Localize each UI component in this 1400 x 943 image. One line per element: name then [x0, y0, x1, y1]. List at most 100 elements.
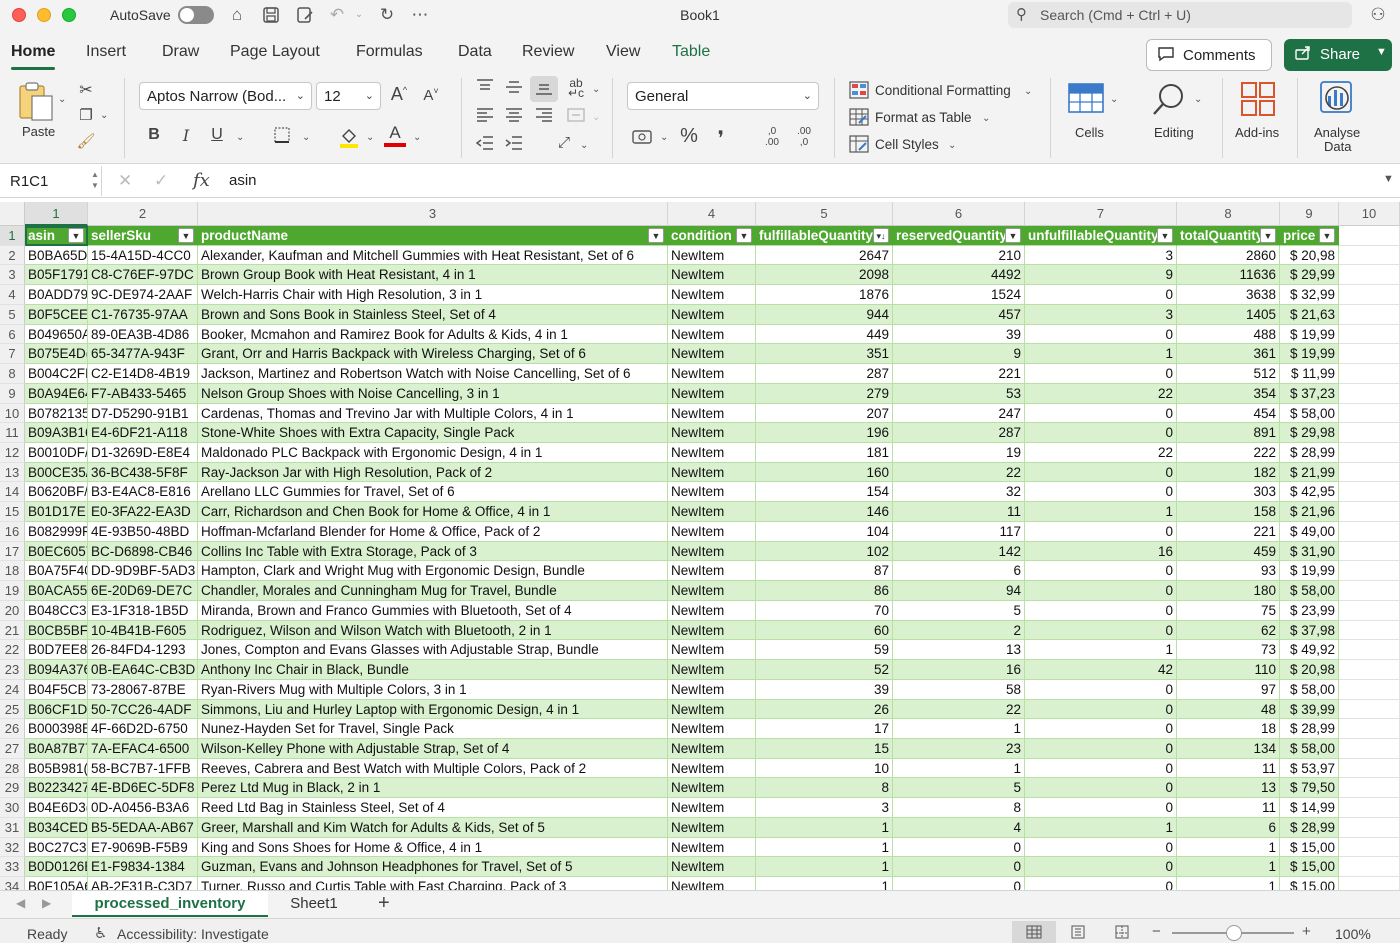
- column-header[interactable]: 3: [198, 202, 668, 226]
- table-cell[interactable]: 9: [893, 344, 1025, 365]
- table-cell[interactable]: E7-9069B-F5B9: [88, 837, 198, 858]
- table-cell[interactable]: 102: [756, 541, 893, 562]
- sheet-tab-sheet1[interactable]: Sheet1: [272, 891, 356, 917]
- select-all-corner[interactable]: [0, 202, 25, 226]
- align-center-icon[interactable]: [503, 106, 525, 129]
- accounting-dropdown-icon[interactable]: ⌄: [660, 132, 668, 143]
- tab-page-layout[interactable]: Page Layout: [230, 43, 320, 61]
- row-header[interactable]: 20: [0, 600, 25, 621]
- column-header[interactable]: 6: [893, 202, 1025, 226]
- table-cell[interactable]: $ 29,99: [1280, 265, 1339, 286]
- row-header[interactable]: 11: [0, 423, 25, 444]
- wrap-dropdown-icon[interactable]: ⌄: [592, 84, 600, 95]
- analyse-data-label-line2[interactable]: Data: [1324, 139, 1351, 154]
- table-cell[interactable]: $ 37,98: [1280, 620, 1339, 641]
- editing-search-icon[interactable]: [1150, 80, 1190, 123]
- empty-cell[interactable]: [1339, 285, 1400, 305]
- table-cell[interactable]: Greer, Marshall and Kim Watch for Adults…: [198, 817, 668, 838]
- table-cell[interactable]: 73-28067-87BE: [88, 679, 198, 700]
- table-cell[interactable]: B0C27C3: [25, 837, 88, 858]
- table-cell[interactable]: $ 31,90: [1280, 541, 1339, 562]
- table-cell[interactable]: 89-0EA3B-4D86: [88, 324, 198, 345]
- table-cell[interactable]: B0010DF/: [25, 443, 88, 463]
- share-button[interactable]: Share ▼: [1284, 39, 1392, 71]
- table-cell[interactable]: B049650A: [25, 324, 88, 345]
- row-header[interactable]: 4: [0, 285, 25, 305]
- table-cell[interactable]: 8: [756, 778, 893, 799]
- table-cell[interactable]: $ 58,00: [1280, 581, 1339, 601]
- row-header[interactable]: 23: [0, 660, 25, 680]
- table-cell[interactable]: Stone-White Shoes with Extra Capacity, S…: [198, 423, 668, 444]
- table-header-cell[interactable]: productName ▼: [198, 226, 668, 246]
- undo-dropdown-icon[interactable]: ⌄: [352, 3, 366, 27]
- more-icon[interactable]: ⋯: [408, 3, 432, 27]
- decrease-decimal-icon[interactable]: .00 ,0: [792, 126, 816, 148]
- name-box[interactable]: R1C1 ▲ ▼: [0, 166, 102, 196]
- add-ins-icon[interactable]: [1238, 80, 1278, 123]
- table-cell[interactable]: 104: [756, 521, 893, 542]
- table-cell[interactable]: Wilson-Kelley Phone with Adjustable Stra…: [198, 738, 668, 759]
- table-cell[interactable]: 26-84FD4-1293: [88, 640, 198, 661]
- table-cell[interactable]: 1: [1177, 837, 1280, 858]
- table-cell[interactable]: 0: [1025, 521, 1177, 542]
- table-cell[interactable]: $ 23,99: [1280, 600, 1339, 621]
- align-left-icon[interactable]: [474, 106, 496, 129]
- table-cell[interactable]: B0A94E64: [25, 383, 88, 404]
- table-cell[interactable]: 181: [756, 443, 893, 463]
- underline-button[interactable]: U: [209, 126, 225, 144]
- table-header-cell[interactable]: totalQuantity ▼: [1177, 226, 1280, 246]
- column-header[interactable]: 10: [1339, 202, 1400, 226]
- table-cell[interactable]: Jackson, Martinez and Robertson Watch wi…: [198, 364, 668, 384]
- row-header[interactable]: 13: [0, 462, 25, 483]
- table-cell[interactable]: 32: [893, 482, 1025, 503]
- formula-content[interactable]: asin: [229, 172, 257, 189]
- empty-cell[interactable]: [1339, 462, 1400, 483]
- table-cell[interactable]: 222: [1177, 443, 1280, 463]
- previous-sheet-icon[interactable]: ◀: [16, 896, 25, 910]
- table-cell[interactable]: NewItem: [668, 561, 756, 582]
- empty-cell[interactable]: [1339, 423, 1400, 444]
- analyse-data-icon[interactable]: [1316, 78, 1358, 123]
- table-cell[interactable]: 1: [756, 817, 893, 838]
- table-cell[interactable]: 158: [1177, 502, 1280, 522]
- cell-styles-label[interactable]: Cell Styles: [875, 137, 939, 152]
- align-middle-icon[interactable]: [503, 78, 525, 101]
- table-cell[interactable]: 58: [893, 679, 1025, 700]
- close-window-button[interactable]: [12, 8, 26, 22]
- table-cell[interactable]: E0-3FA22-EA3D: [88, 502, 198, 522]
- table-cell[interactable]: $ 28,99: [1280, 817, 1339, 838]
- copy-icon[interactable]: ❐: [76, 106, 96, 124]
- table-cell[interactable]: NewItem: [668, 620, 756, 641]
- format-as-table-label[interactable]: Format as Table: [875, 110, 972, 125]
- table-cell[interactable]: 39: [893, 324, 1025, 345]
- table-header-cell[interactable]: unfulfillableQuantity ▼: [1025, 226, 1177, 246]
- table-cell[interactable]: 0: [1025, 877, 1177, 890]
- table-cell[interactable]: 488: [1177, 324, 1280, 345]
- table-cell[interactable]: 142: [893, 541, 1025, 562]
- format-as-table-dropdown-icon[interactable]: ⌄: [982, 113, 990, 124]
- table-cell[interactable]: NewItem: [668, 285, 756, 305]
- empty-cell[interactable]: [1339, 324, 1400, 345]
- table-cell[interactable]: 36-BC438-5F8F: [88, 462, 198, 483]
- table-cell[interactable]: NewItem: [668, 640, 756, 661]
- empty-cell[interactable]: [1339, 817, 1400, 838]
- table-cell[interactable]: 0: [893, 857, 1025, 878]
- table-cell[interactable]: B094A376: [25, 660, 88, 680]
- table-cell[interactable]: B034CED: [25, 817, 88, 838]
- table-cell[interactable]: 87: [756, 561, 893, 582]
- table-cell[interactable]: Hoffman-Mcfarland Blender for Home & Off…: [198, 521, 668, 542]
- empty-cell[interactable]: [1339, 640, 1400, 661]
- table-cell[interactable]: 16: [893, 660, 1025, 680]
- comments-button[interactable]: Comments: [1146, 39, 1272, 71]
- table-cell[interactable]: 221: [1177, 521, 1280, 542]
- table-cell[interactable]: BC-D6898-CB46: [88, 541, 198, 562]
- table-cell[interactable]: 4E-BD6EC-5DF8: [88, 778, 198, 799]
- column-header[interactable]: 1: [25, 202, 88, 226]
- table-cell[interactable]: NewItem: [668, 403, 756, 424]
- cells-label[interactable]: Cells: [1075, 125, 1104, 140]
- table-cell[interactable]: 279: [756, 383, 893, 404]
- percent-style-icon[interactable]: %: [678, 125, 700, 148]
- table-cell[interactable]: 207: [756, 403, 893, 424]
- table-cell[interactable]: 94: [893, 581, 1025, 601]
- table-cell[interactable]: B0F105A6: [25, 877, 88, 890]
